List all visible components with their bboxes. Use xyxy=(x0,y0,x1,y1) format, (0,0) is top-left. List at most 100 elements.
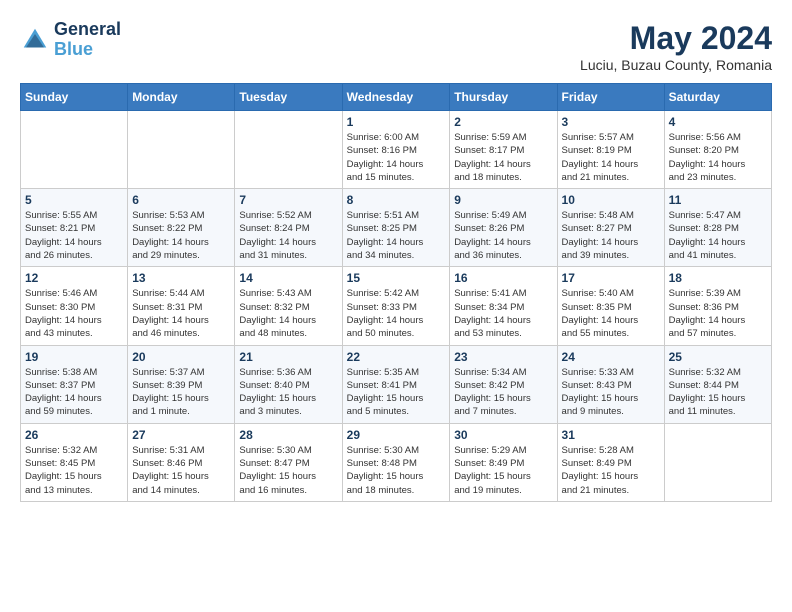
day-info: Sunrise: 5:36 AMSunset: 8:40 PMDaylight:… xyxy=(239,366,337,419)
calendar-cell: 5 Sunrise: 5:55 AMSunset: 8:21 PMDaylight… xyxy=(21,189,128,267)
calendar-cell: 18 Sunrise: 5:39 AMSunset: 8:36 PMDayligh… xyxy=(664,267,771,345)
calendar-cell: 21 Sunrise: 5:36 AMSunset: 8:40 PMDayligh… xyxy=(235,345,342,423)
day-number: 2 xyxy=(454,115,552,129)
calendar: SundayMondayTuesdayWednesdayThursdayFrid… xyxy=(20,83,772,502)
day-info: Sunrise: 5:51 AMSunset: 8:25 PMDaylight:… xyxy=(347,209,446,262)
day-info: Sunrise: 5:52 AMSunset: 8:24 PMDaylight:… xyxy=(239,209,337,262)
day-info: Sunrise: 5:43 AMSunset: 8:32 PMDaylight:… xyxy=(239,287,337,340)
day-info: Sunrise: 5:47 AMSunset: 8:28 PMDaylight:… xyxy=(669,209,767,262)
calendar-cell: 30 Sunrise: 5:29 AMSunset: 8:49 PMDayligh… xyxy=(450,423,557,501)
weekday-header: Wednesday xyxy=(342,84,450,111)
calendar-cell xyxy=(664,423,771,501)
logo-line1: General xyxy=(54,20,121,40)
day-number: 13 xyxy=(132,271,230,285)
calendar-cell: 4 Sunrise: 5:56 AMSunset: 8:20 PMDaylight… xyxy=(664,111,771,189)
logo-line2: Blue xyxy=(54,39,93,59)
day-number: 17 xyxy=(562,271,660,285)
day-info: Sunrise: 5:55 AMSunset: 8:21 PMDaylight:… xyxy=(25,209,123,262)
logo-text: General Blue xyxy=(54,20,121,60)
weekday-header: Tuesday xyxy=(235,84,342,111)
day-info: Sunrise: 6:00 AMSunset: 8:16 PMDaylight:… xyxy=(347,131,446,184)
weekday-header: Saturday xyxy=(664,84,771,111)
calendar-cell: 23 Sunrise: 5:34 AMSunset: 8:42 PMDayligh… xyxy=(450,345,557,423)
calendar-cell: 19Sunrise: 5:38 AMSunset: 8:37 PMDayligh… xyxy=(21,345,128,423)
calendar-cell xyxy=(235,111,342,189)
page: General Blue May 2024 Luciu, Buzau Count… xyxy=(0,0,792,512)
day-info: Sunrise: 5:49 AMSunset: 8:26 PMDaylight:… xyxy=(454,209,552,262)
calendar-cell: 15Sunrise: 5:42 AMSunset: 8:33 PMDayligh… xyxy=(342,267,450,345)
calendar-cell: 24 Sunrise: 5:33 AMSunset: 8:43 PMDayligh… xyxy=(557,345,664,423)
day-number: 25 xyxy=(669,350,767,364)
day-number: 24 xyxy=(562,350,660,364)
day-number: 28 xyxy=(239,428,337,442)
day-info: Sunrise: 5:30 AMSunset: 8:48 PMDaylight:… xyxy=(347,444,446,497)
day-info: Sunrise: 5:31 AMSunset: 8:46 PMDaylight:… xyxy=(132,444,230,497)
day-number: 20 xyxy=(132,350,230,364)
day-info: Sunrise: 5:48 AMSunset: 8:27 PMDaylight:… xyxy=(562,209,660,262)
day-number: 1 xyxy=(347,115,446,129)
logo: General Blue xyxy=(20,20,121,60)
calendar-cell: 29 Sunrise: 5:30 AMSunset: 8:48 PMDayligh… xyxy=(342,423,450,501)
day-number: 12 xyxy=(25,271,123,285)
day-number: 18 xyxy=(669,271,767,285)
day-info: Sunrise: 5:57 AMSunset: 8:19 PMDaylight:… xyxy=(562,131,660,184)
day-number: 8 xyxy=(347,193,446,207)
calendar-cell: 10 Sunrise: 5:48 AMSunset: 8:27 PMDayligh… xyxy=(557,189,664,267)
day-number: 6 xyxy=(132,193,230,207)
day-info: Sunrise: 5:28 AMSunset: 8:49 PMDaylight:… xyxy=(562,444,660,497)
day-info: Sunrise: 5:46 AMSunset: 8:30 PMDaylight:… xyxy=(25,287,123,340)
calendar-cell: 7 Sunrise: 5:52 AMSunset: 8:24 PMDaylight… xyxy=(235,189,342,267)
day-number: 31 xyxy=(562,428,660,442)
day-number: 16 xyxy=(454,271,552,285)
location: Luciu, Buzau County, Romania xyxy=(580,57,772,73)
day-info: Sunrise: 5:59 AMSunset: 8:17 PMDaylight:… xyxy=(454,131,552,184)
day-number: 7 xyxy=(239,193,337,207)
calendar-cell: 9 Sunrise: 5:49 AMSunset: 8:26 PMDaylight… xyxy=(450,189,557,267)
day-number: 11 xyxy=(669,193,767,207)
day-info: Sunrise: 5:40 AMSunset: 8:35 PMDaylight:… xyxy=(562,287,660,340)
day-info: Sunrise: 5:34 AMSunset: 8:42 PMDaylight:… xyxy=(454,366,552,419)
weekday-header: Monday xyxy=(128,84,235,111)
day-number: 9 xyxy=(454,193,552,207)
calendar-cell: 17 Sunrise: 5:40 AMSunset: 8:35 PMDayligh… xyxy=(557,267,664,345)
calendar-cell: 26 Sunrise: 5:32 AMSunset: 8:45 PMDayligh… xyxy=(21,423,128,501)
day-number: 23 xyxy=(454,350,552,364)
calendar-cell xyxy=(21,111,128,189)
day-info: Sunrise: 5:32 AMSunset: 8:45 PMDaylight:… xyxy=(25,444,123,497)
day-info: Sunrise: 5:30 AMSunset: 8:47 PMDaylight:… xyxy=(239,444,337,497)
calendar-cell: 16Sunrise: 5:41 AMSunset: 8:34 PMDayligh… xyxy=(450,267,557,345)
weekday-header: Friday xyxy=(557,84,664,111)
day-number: 4 xyxy=(669,115,767,129)
day-info: Sunrise: 5:29 AMSunset: 8:49 PMDaylight:… xyxy=(454,444,552,497)
day-number: 21 xyxy=(239,350,337,364)
calendar-cell: 25 Sunrise: 5:32 AMSunset: 8:44 PMDayligh… xyxy=(664,345,771,423)
calendar-cell: 14Sunrise: 5:43 AMSunset: 8:32 PMDayligh… xyxy=(235,267,342,345)
day-info: Sunrise: 5:53 AMSunset: 8:22 PMDaylight:… xyxy=(132,209,230,262)
day-number: 19 xyxy=(25,350,123,364)
day-number: 29 xyxy=(347,428,446,442)
day-info: Sunrise: 5:32 AMSunset: 8:44 PMDaylight:… xyxy=(669,366,767,419)
day-number: 5 xyxy=(25,193,123,207)
day-info: Sunrise: 5:33 AMSunset: 8:43 PMDaylight:… xyxy=(562,366,660,419)
calendar-cell: 1 Sunrise: 6:00 AMSunset: 8:16 PMDaylight… xyxy=(342,111,450,189)
day-info: Sunrise: 5:39 AMSunset: 8:36 PMDaylight:… xyxy=(669,287,767,340)
calendar-cell: 20 Sunrise: 5:37 AMSunset: 8:39 PMDayligh… xyxy=(128,345,235,423)
day-info: Sunrise: 5:56 AMSunset: 8:20 PMDaylight:… xyxy=(669,131,767,184)
day-number: 3 xyxy=(562,115,660,129)
title-area: May 2024 Luciu, Buzau County, Romania xyxy=(580,20,772,73)
day-number: 10 xyxy=(562,193,660,207)
day-info: Sunrise: 5:35 AMSunset: 8:41 PMDaylight:… xyxy=(347,366,446,419)
day-number: 26 xyxy=(25,428,123,442)
day-info: Sunrise: 5:44 AMSunset: 8:31 PMDaylight:… xyxy=(132,287,230,340)
calendar-cell: 11 Sunrise: 5:47 AMSunset: 8:28 PMDayligh… xyxy=(664,189,771,267)
calendar-cell: 3 Sunrise: 5:57 AMSunset: 8:19 PMDaylight… xyxy=(557,111,664,189)
weekday-header: Thursday xyxy=(450,84,557,111)
calendar-cell: 13 Sunrise: 5:44 AMSunset: 8:31 PMDayligh… xyxy=(128,267,235,345)
weekday-header: Sunday xyxy=(21,84,128,111)
header: General Blue May 2024 Luciu, Buzau Count… xyxy=(20,20,772,73)
day-info: Sunrise: 5:37 AMSunset: 8:39 PMDaylight:… xyxy=(132,366,230,419)
day-number: 27 xyxy=(132,428,230,442)
day-number: 30 xyxy=(454,428,552,442)
calendar-cell: 6 Sunrise: 5:53 AMSunset: 8:22 PMDaylight… xyxy=(128,189,235,267)
calendar-cell: 2 Sunrise: 5:59 AMSunset: 8:17 PMDaylight… xyxy=(450,111,557,189)
